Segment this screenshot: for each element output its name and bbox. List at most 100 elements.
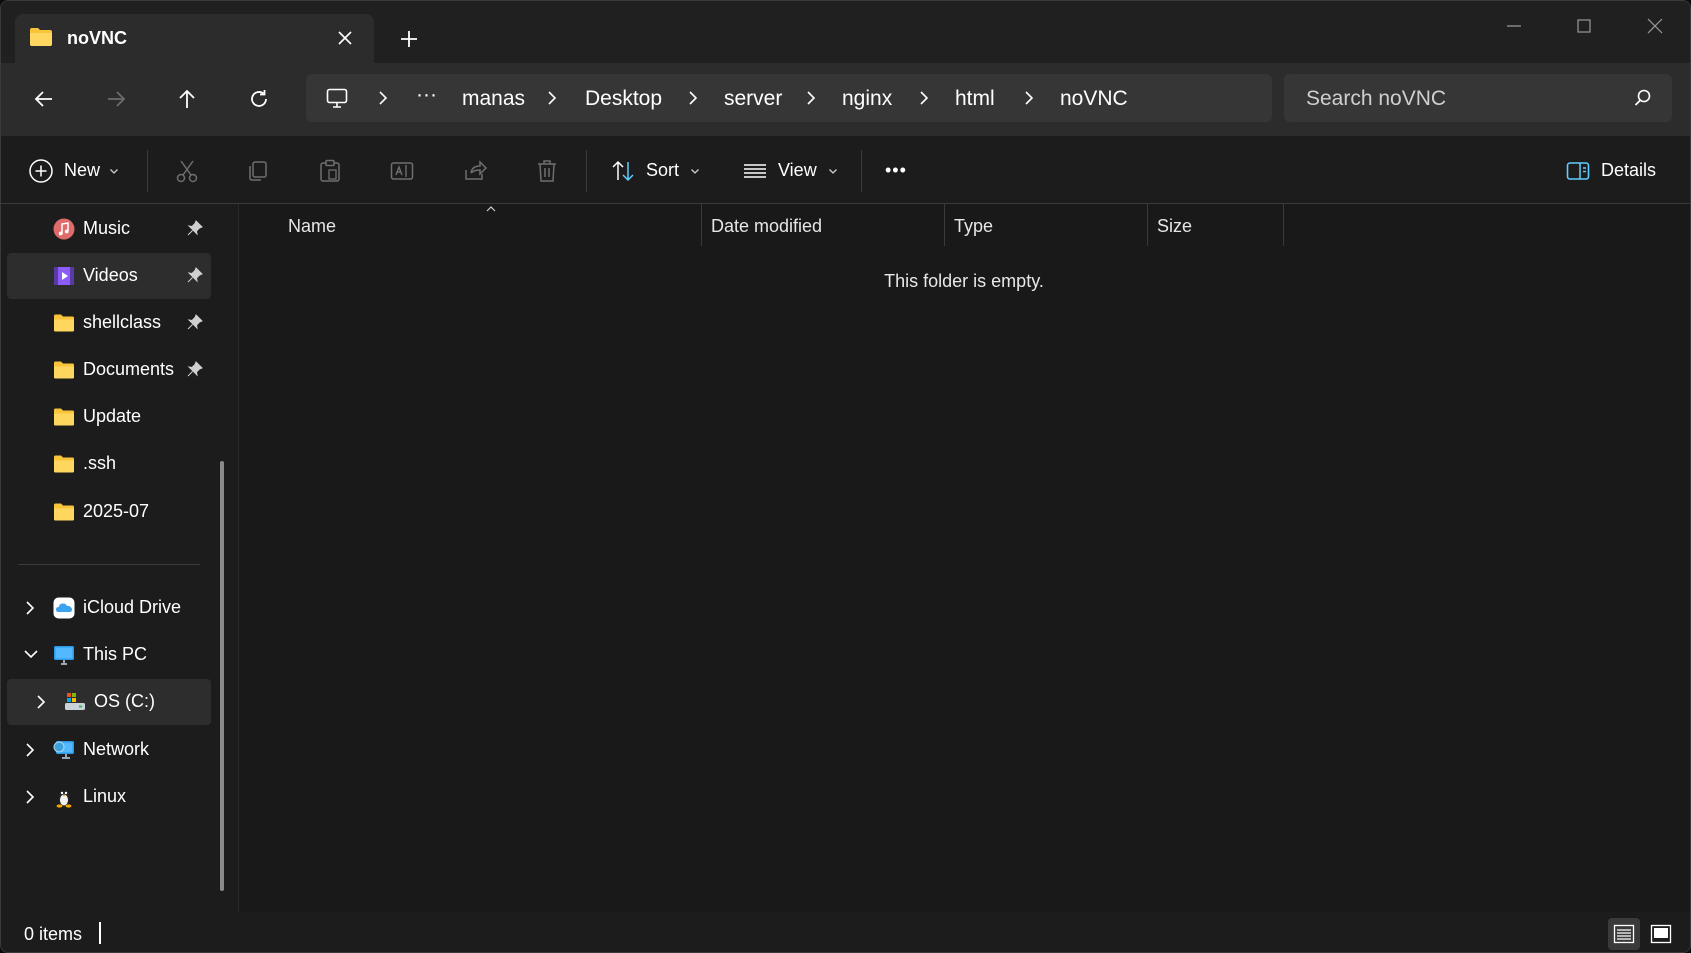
sidebar-item-2025-07[interactable]: 2025-07: [7, 489, 211, 535]
sidebar-item-network[interactable]: Network: [7, 727, 211, 773]
sidebar-item-music[interactable]: Music: [7, 206, 211, 252]
sidebar-item-linux[interactable]: Linux: [7, 774, 211, 820]
chevron-down-icon: [110, 168, 118, 174]
sidebar-item-label: Update: [83, 406, 142, 426]
search-input[interactable]: Search noVNC: [1306, 87, 1446, 111]
sidebar-item-os-c[interactable]: OS (C:): [7, 679, 211, 725]
large-icons-view-button[interactable]: [1645, 918, 1677, 950]
large-icons-view-icon: [1650, 924, 1672, 944]
close-window-icon[interactable]: [1632, 11, 1678, 41]
sidebar-item-this-pc[interactable]: This PC: [7, 632, 211, 678]
breadcrumb-html[interactable]: html: [955, 87, 995, 111]
maximize-icon[interactable]: [1561, 11, 1607, 41]
pin-icon[interactable]: [187, 314, 203, 330]
details-pane-icon: [1566, 161, 1590, 180]
new-label: New: [64, 160, 101, 180]
status-separator: [99, 922, 101, 944]
tab-title: noVNC: [67, 28, 127, 48]
chevron-right-icon[interactable]: [23, 789, 37, 805]
search-icon[interactable]: [1633, 88, 1653, 108]
view-button[interactable]: View: [742, 136, 839, 205]
chevron-down-icon: [828, 168, 837, 174]
more-options-button[interactable]: •••: [885, 136, 907, 205]
command-bar: New Sort View ••• Details: [1, 135, 1690, 204]
new-button[interactable]: New: [28, 136, 120, 205]
chevron-down-icon[interactable]: [23, 647, 39, 661]
item-count: 0 items: [24, 924, 83, 944]
navigation-bar: ··· manas Desktop server nginx html noVN…: [1, 63, 1690, 135]
sidebar-item-label: shellclass: [83, 312, 162, 332]
sort-icon: [612, 160, 634, 181]
minimize-icon[interactable]: [1491, 11, 1537, 41]
close-tab-icon[interactable]: [333, 26, 357, 50]
divider: [586, 150, 587, 192]
delete-button[interactable]: [534, 136, 560, 205]
tab-strip: noVNC: [1, 1, 1690, 63]
sidebar-item-label: iCloud Drive: [83, 597, 182, 617]
folder-icon: [54, 503, 74, 521]
breadcrumb-novnc[interactable]: noVNC: [1060, 87, 1128, 111]
sidebar-item-label: Documents: [83, 359, 175, 379]
refresh-button[interactable]: [241, 81, 277, 117]
share-button[interactable]: [462, 136, 488, 205]
paste-button[interactable]: [317, 136, 343, 205]
up-button[interactable]: [169, 81, 205, 117]
copy-button[interactable]: [245, 136, 271, 205]
divider: [861, 150, 862, 192]
breadcrumb-desktop[interactable]: Desktop: [585, 87, 662, 111]
sidebar-scrollbar[interactable]: [220, 461, 224, 891]
sidebar-item-label: OS (C:): [94, 691, 155, 711]
column-header-size[interactable]: Size: [1148, 204, 1284, 246]
sidebar-item-label: Network: [83, 739, 150, 759]
paste-icon: [320, 159, 340, 182]
sidebar-item-icloud-drive[interactable]: iCloud Drive: [7, 585, 211, 631]
search-box[interactable]: Search noVNC: [1284, 74, 1672, 122]
sort-button[interactable]: Sort: [610, 136, 701, 205]
column-header-date-modified[interactable]: Date modified: [702, 204, 945, 246]
refresh-icon: [251, 90, 267, 107]
forward-button[interactable]: [98, 81, 134, 117]
sidebar-item-label: Linux: [83, 786, 127, 806]
videos-icon: [54, 267, 74, 285]
status-bar: 0 items: [1, 912, 1690, 952]
file-list: Name Date modified Type Size This folder…: [239, 204, 1690, 912]
back-button[interactable]: [26, 81, 62, 117]
breadcrumb-server[interactable]: server: [724, 87, 782, 111]
divider: [147, 150, 148, 192]
sort-label: Sort: [646, 160, 680, 180]
file-explorer-window: noVNC ··· manas Desktop server nginx htm…: [0, 0, 1691, 953]
chevron-right-icon[interactable]: [23, 742, 37, 758]
sort-ascending-icon: [486, 206, 496, 212]
details-view-button[interactable]: [1608, 918, 1640, 950]
sidebar-item-videos[interactable]: Videos: [7, 253, 211, 299]
breadcrumb-manas[interactable]: manas: [462, 87, 525, 111]
arrow-left-icon: [34, 91, 52, 107]
chevron-right-icon[interactable]: [34, 694, 48, 710]
new-tab-icon[interactable]: [395, 25, 423, 53]
cut-button[interactable]: [174, 136, 200, 205]
breadcrumb-overflow[interactable]: ···: [416, 83, 437, 107]
pin-icon[interactable]: [187, 267, 203, 283]
rename-button[interactable]: [389, 136, 415, 205]
column-header-label: Date modified: [711, 216, 823, 236]
more-icon: •••: [885, 160, 907, 180]
sidebar-item-documents[interactable]: Documents: [7, 347, 211, 393]
chevron-right-icon[interactable]: [23, 600, 37, 616]
details-button[interactable]: Details: [1565, 136, 1656, 205]
sidebar-item-ssh[interactable]: .ssh: [7, 441, 211, 487]
navigation-pane: Music Videos shellclass Documents Update…: [1, 204, 231, 912]
arrow-right-icon: [108, 91, 126, 107]
pin-icon[interactable]: [187, 361, 203, 377]
tab-novnc[interactable]: noVNC: [15, 14, 374, 63]
pin-icon[interactable]: [187, 220, 203, 236]
share-icon: [465, 159, 488, 180]
column-header-type[interactable]: Type: [945, 204, 1148, 246]
folder-icon: [54, 408, 74, 426]
sidebar-item-update[interactable]: Update: [7, 394, 211, 440]
sidebar-item-shellclass[interactable]: shellclass: [7, 300, 211, 346]
address-bar[interactable]: ··· manas Desktop server nginx html noVN…: [306, 74, 1272, 122]
column-header-name[interactable]: Name: [239, 204, 702, 246]
breadcrumb-nginx[interactable]: nginx: [842, 87, 892, 111]
sidebar-item-label: 2025-07: [83, 501, 150, 521]
folder-icon: [54, 361, 74, 379]
